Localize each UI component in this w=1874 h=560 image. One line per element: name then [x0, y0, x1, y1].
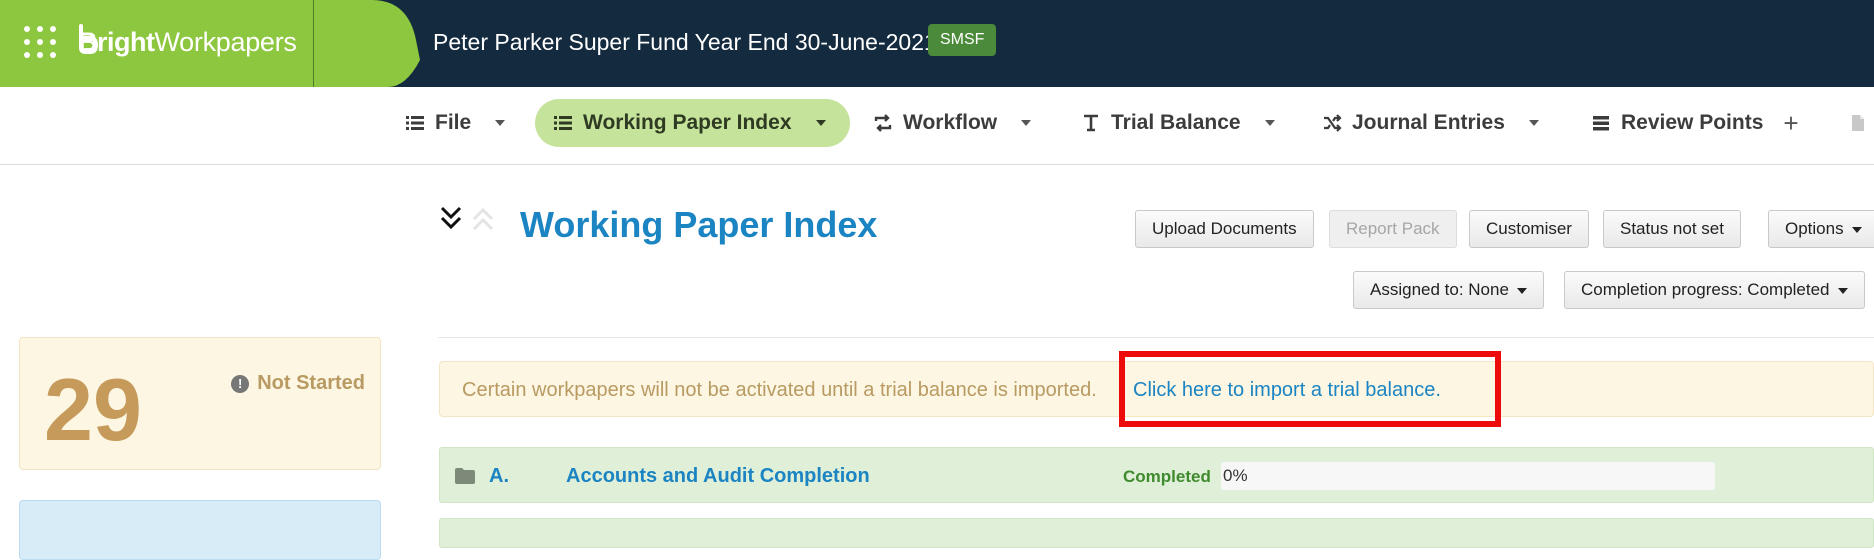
- chevron-down-icon[interactable]: [1264, 120, 1275, 126]
- not-started-label-text: Not Started: [257, 372, 365, 394]
- chevron-down-icon[interactable]: [815, 120, 826, 126]
- plus-icon[interactable]: +: [1783, 108, 1798, 139]
- list-icon: [406, 116, 424, 130]
- apps-grid-icon[interactable]: [24, 26, 56, 58]
- working-paper-index-panel: Working Paper Index Upload Documents Rep…: [438, 190, 1874, 338]
- not-started-label: ! Not Started: [231, 372, 365, 395]
- options-dropdown[interactable]: Options: [1768, 210, 1874, 248]
- workflow-icon: [874, 114, 892, 132]
- page-title: Working Paper Index: [520, 204, 878, 245]
- not-started-count: 29: [44, 360, 142, 459]
- upload-documents-button[interactable]: Upload Documents: [1135, 210, 1314, 248]
- customiser-button[interactable]: Customiser: [1469, 210, 1589, 248]
- brand-name-light: Workpapers: [154, 26, 297, 57]
- trial-balance-alert: Certain workpapers will not be activated…: [439, 361, 1874, 417]
- shuffle-icon: [1324, 114, 1342, 132]
- chevron-down-icon[interactable]: [1528, 120, 1539, 126]
- secondary-stat-card[interactable]: [19, 500, 381, 560]
- exclamation-circle-icon: !: [231, 374, 250, 393]
- status-button[interactable]: Status not set: [1603, 210, 1741, 248]
- nav-file-label: File: [435, 111, 472, 134]
- section-row[interactable]: [439, 518, 1874, 548]
- completion-progress-label: Completion progress: Completed: [1581, 280, 1830, 299]
- assigned-to-filter[interactable]: Assigned to: None: [1353, 271, 1544, 309]
- options-label: Options: [1785, 219, 1844, 238]
- completion-progress-filter[interactable]: Completion progress: Completed: [1564, 271, 1865, 309]
- document-icon: [1852, 115, 1864, 131]
- not-started-stat-card[interactable]: 29 ! Not Started: [19, 337, 381, 470]
- text-icon: [1084, 114, 1098, 132]
- report-pack-button[interactable]: Report Pack: [1329, 210, 1457, 248]
- nav-journal-entries-label: Journal Entries: [1352, 111, 1505, 134]
- brand-block: Bright Workpapers: [0, 0, 420, 87]
- nav-workflow[interactable]: Workflow: [873, 99, 1032, 147]
- import-trial-balance-link[interactable]: Click here to import a trial balance.: [1133, 379, 1441, 402]
- engagement-title: Peter Parker Super Fund Year End 30-June…: [433, 29, 937, 55]
- nav-review-points-label: Review Points: [1621, 111, 1764, 134]
- main-nav: File Working Paper Index Workflow Trial …: [0, 87, 1874, 165]
- section-title-link[interactable]: Accounts and Audit Completion: [566, 465, 870, 488]
- nav-file[interactable]: File: [405, 99, 506, 147]
- section-code: A.: [489, 465, 509, 487]
- brand-b-icon: [79, 24, 98, 54]
- caret-down-icon: [1851, 226, 1862, 233]
- alert-message: Certain workpapers will not be activated…: [462, 379, 1097, 401]
- folder-icon: [455, 468, 475, 484]
- brand-logo[interactable]: Bright Workpapers: [78, 24, 297, 60]
- chevron-down-icon[interactable]: [495, 120, 506, 126]
- stack-icon: [1593, 116, 1609, 131]
- caret-down-icon: [1516, 287, 1527, 294]
- chevron-down-icon[interactable]: [1021, 120, 1032, 126]
- nav-working-paper-index[interactable]: Working Paper Index: [535, 99, 850, 147]
- nav-journal-entries[interactable]: Journal Entries: [1322, 99, 1539, 147]
- fund-type-badge: SMSF: [928, 24, 997, 56]
- nav-trial-balance[interactable]: Trial Balance: [1081, 99, 1275, 147]
- nav-working-paper-index-label: Working Paper Index: [583, 111, 792, 134]
- nav-review-points[interactable]: Review Points +: [1591, 99, 1799, 147]
- list-icon: [554, 116, 572, 130]
- caret-down-icon: [1837, 287, 1848, 294]
- nav-workflow-label: Workflow: [903, 111, 998, 134]
- nav-documents[interactable]: [1848, 99, 1874, 147]
- top-header: Bright Workpapers Peter Parker Super Fun…: [0, 0, 1874, 87]
- section-progress-bar: 0%: [1221, 462, 1715, 490]
- brand-divider: [313, 0, 314, 87]
- section-row[interactable]: A. Accounts and Audit Completion Complet…: [439, 447, 1874, 503]
- section-status: Completed: [1123, 467, 1211, 486]
- collapse-expand-icons[interactable]: [438, 204, 498, 234]
- section-progress-text: 0%: [1223, 466, 1248, 485]
- nav-trial-balance-label: Trial Balance: [1111, 111, 1241, 134]
- assigned-to-label: Assigned to: None: [1370, 280, 1509, 299]
